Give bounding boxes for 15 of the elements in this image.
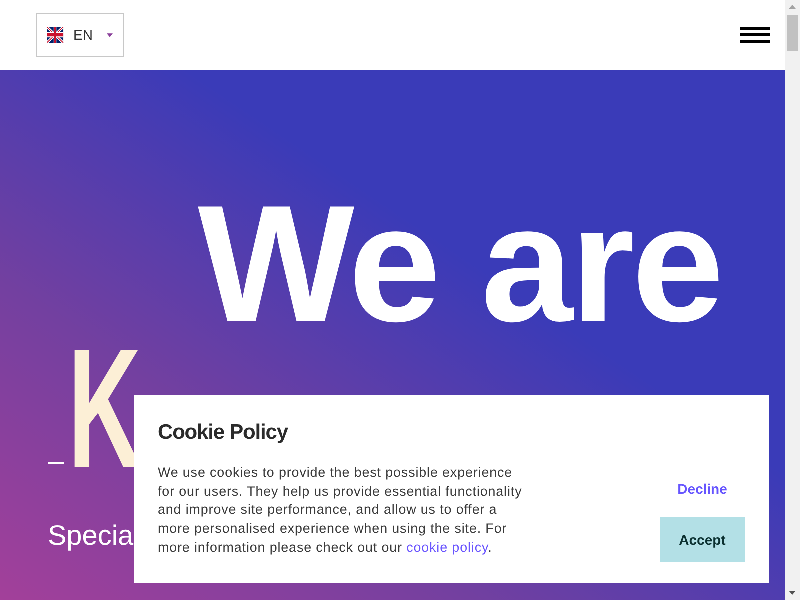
scrollbar[interactable] (785, 0, 800, 600)
flag-icon (47, 27, 64, 43)
accept-button[interactable]: Accept (660, 517, 745, 562)
cookie-text: We use cookies to provide the best possible experience for our users. They help us provide essential functionality and improve site performance, and allow us to offer a more personalised experience when using the site. For more information please check out our cookie policy. (158, 464, 524, 557)
scroll-thumb[interactable] (787, 15, 798, 51)
caret-icon (106, 32, 113, 38)
dash-mark (48, 462, 64, 464)
cookie-title: Cookie Policy (158, 421, 288, 445)
hero-headline: We are (198, 190, 722, 340)
cookie-policy-link[interactable]: cookie policy (406, 540, 488, 555)
language-selector[interactable]: EN (36, 13, 124, 57)
hero-subtitle: Specia (48, 520, 134, 552)
menu-icon[interactable] (740, 27, 770, 43)
hero-name: K (68, 344, 142, 474)
decline-button[interactable]: Decline (670, 477, 736, 501)
